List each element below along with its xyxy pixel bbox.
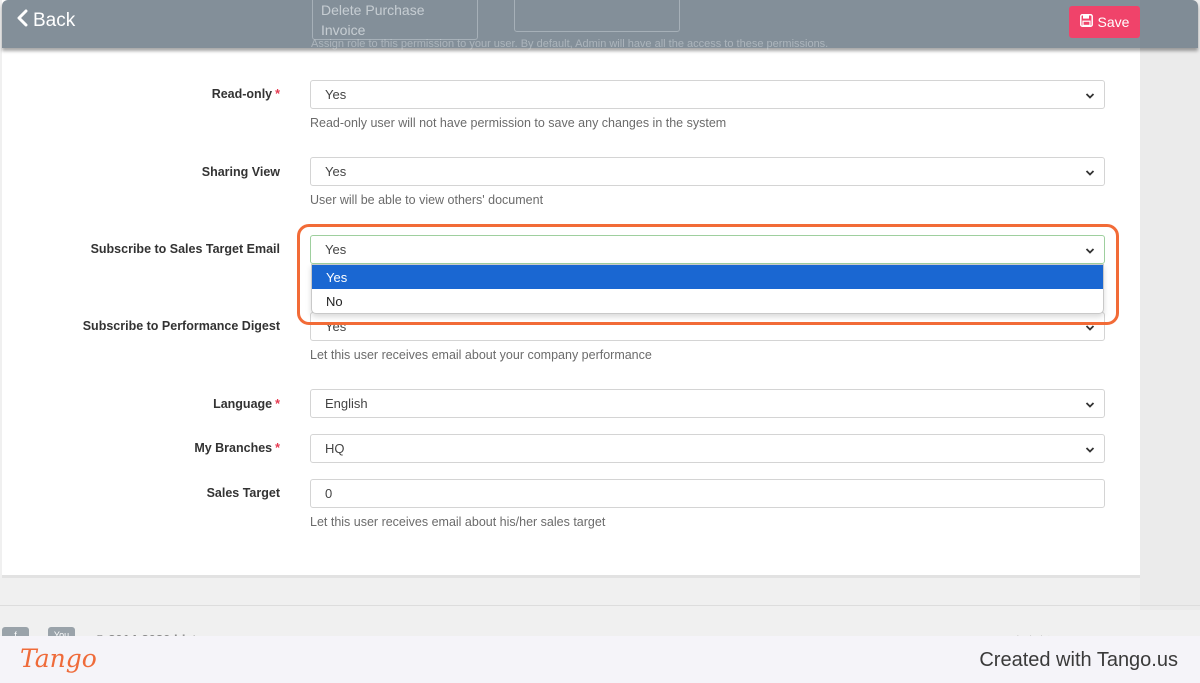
sharing-view-select[interactable]: Yes [310, 157, 1105, 186]
ghost-help-text: Assign role to this permission to your u… [311, 38, 829, 50]
required-marker: * [275, 87, 280, 101]
sales-email-label: Subscribe to Sales Target Email [90, 242, 280, 256]
tango-credit-text: Created with Tango.us [979, 649, 1178, 671]
language-select[interactable]: English [310, 389, 1105, 418]
readonly-help: Read-only user will not have permission … [310, 116, 727, 130]
top-action-bar: Delete Purchase Invoice Assign role to t… [2, 0, 1198, 50]
right-gutter [1140, 0, 1200, 610]
chevron-left-icon [16, 9, 28, 33]
chevron-down-icon [1085, 398, 1095, 413]
branches-label: My Branches * [194, 441, 280, 455]
chevron-down-icon [1085, 89, 1095, 104]
readonly-select[interactable]: Yes [310, 80, 1105, 109]
required-marker: * [275, 441, 280, 455]
footer-divider [0, 605, 1200, 606]
sales-target-help: Let this user receives email about his/h… [310, 515, 606, 529]
save-button[interactable]: Save [1069, 6, 1140, 38]
language-label: Language * [213, 397, 280, 411]
tutorial-highlight-box [297, 224, 1119, 325]
save-label: Save [1097, 14, 1130, 30]
sales-target-input[interactable]: 0 [310, 479, 1105, 508]
back-button[interactable]: Back [16, 9, 75, 33]
ghost-select-text-1: Delete Purchase [321, 2, 425, 18]
readonly-label: Read-only * [211, 87, 280, 101]
tango-logo: Tango [20, 644, 97, 673]
sharing-view-label: Sharing View [201, 165, 280, 179]
ghost-select-text-2: Invoice [321, 22, 366, 38]
chevron-down-icon [1085, 443, 1095, 458]
branches-select[interactable]: HQ [310, 434, 1105, 463]
ghost-input-box [514, 0, 680, 32]
sales-target-label: Sales Target [206, 486, 280, 500]
chevron-down-icon [1085, 166, 1095, 181]
perf-digest-help: Let this user receives email about your … [310, 348, 652, 362]
sharing-view-help: User will be able to view others' docume… [310, 193, 544, 207]
perf-digest-label: Subscribe to Performance Digest [82, 319, 280, 333]
floppy-disk-icon [1079, 14, 1093, 30]
required-marker: * [275, 397, 280, 411]
back-label: Back [33, 10, 76, 31]
tango-credit-bar: Tango Created with Tango.us [0, 636, 1200, 683]
